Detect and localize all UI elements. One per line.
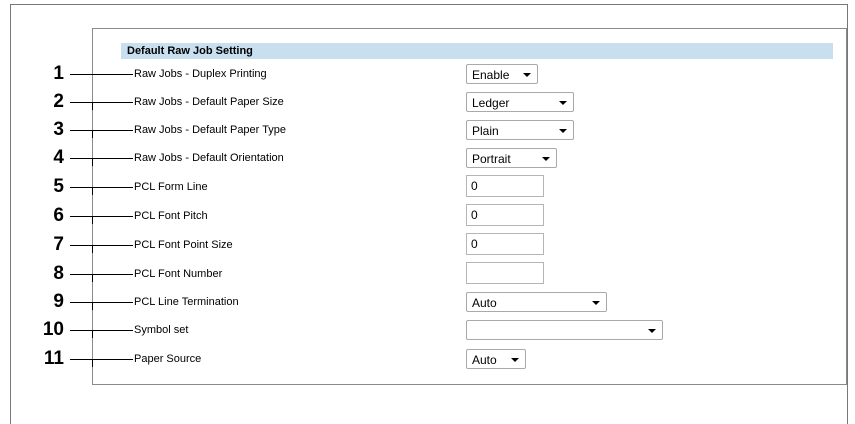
- pcl-font-pitch-input[interactable]: [466, 204, 544, 226]
- callout-leader-line: [70, 187, 133, 188]
- select-value: Auto: [472, 296, 497, 310]
- setting-row-pcl-font-point-size: 7 PCL Font Point Size: [0, 233, 855, 255]
- pcl-font-point-size-input[interactable]: [466, 233, 544, 255]
- callout-number: 5: [53, 176, 64, 197]
- select-value: Portrait: [472, 152, 511, 166]
- chevron-down-icon: [559, 129, 567, 133]
- chevron-down-icon: [648, 329, 656, 333]
- callout-number: 10: [42, 319, 64, 340]
- setting-row-symbol-set: 10 Symbol set: [0, 320, 855, 340]
- field-label: Raw Jobs - Default Orientation: [134, 152, 284, 164]
- paper-size-select[interactable]: Ledger: [466, 92, 574, 112]
- callout-leader-line: [70, 130, 133, 131]
- section-header: Default Raw Job Setting: [121, 43, 833, 59]
- select-value: Auto: [472, 353, 497, 367]
- chevron-down-icon: [542, 157, 550, 161]
- paper-source-select[interactable]: Auto: [466, 349, 526, 369]
- callout-leader-line: [70, 216, 133, 217]
- callout-number: 11: [43, 348, 64, 369]
- callout-tick: [92, 360, 93, 367]
- field-label: Raw Jobs - Duplex Printing: [134, 68, 267, 80]
- callout-number: 7: [53, 234, 64, 255]
- field-label: PCL Font Point Size: [134, 239, 233, 251]
- chevron-down-icon: [511, 358, 519, 362]
- chevron-down-icon: [523, 73, 531, 77]
- field-label: Raw Jobs - Default Paper Type: [134, 124, 287, 136]
- callout-number: 3: [53, 119, 64, 140]
- callout-tick: [92, 303, 93, 310]
- pcl-font-number-input[interactable]: [466, 262, 544, 284]
- setting-row-pcl-font-number: 8 PCL Font Number: [0, 262, 855, 284]
- callout-tick: [92, 131, 93, 138]
- chevron-down-icon: [559, 101, 567, 105]
- field-label: PCL Font Pitch: [134, 210, 208, 222]
- setting-row-paper-type: 3 Raw Jobs - Default Paper Type Plain: [0, 120, 855, 140]
- paper-type-select[interactable]: Plain: [466, 120, 574, 140]
- callout-leader-line: [70, 302, 133, 303]
- callout-number: 2: [53, 91, 64, 112]
- callout-tick: [92, 275, 93, 282]
- setting-row-pcl-form-line: 5 PCL Form Line: [0, 175, 855, 197]
- symbol-set-select[interactable]: [466, 320, 663, 340]
- setting-row-duplex-printing: 1 Raw Jobs - Duplex Printing Enable: [0, 64, 855, 84]
- callout-leader-line: [70, 274, 133, 275]
- field-label: Paper Source: [134, 353, 202, 365]
- callout-leader-line: [70, 359, 133, 360]
- callout-leader-line: [70, 330, 133, 331]
- setting-row-pcl-line-termination: 9 PCL Line Termination Auto: [0, 292, 855, 312]
- callout-tick: [92, 331, 93, 338]
- setting-row-paper-size: 2 Raw Jobs - Default Paper Size Ledger: [0, 92, 855, 112]
- field-label: PCL Font Number: [134, 268, 223, 280]
- callout-tick: [92, 159, 93, 166]
- callout-number: 9: [53, 291, 64, 312]
- pcl-form-line-input[interactable]: [466, 175, 544, 197]
- pcl-line-termination-select[interactable]: Auto: [466, 292, 607, 312]
- orientation-select[interactable]: Portrait: [466, 148, 557, 168]
- field-label: Raw Jobs - Default Paper Size: [134, 96, 284, 108]
- callout-tick: [92, 188, 93, 195]
- callout-leader-line: [70, 102, 133, 103]
- chevron-down-icon: [592, 301, 600, 305]
- callout-leader-line: [70, 158, 133, 159]
- select-value: Enable: [472, 68, 510, 82]
- setting-row-paper-source: 11 Paper Source Auto: [0, 349, 855, 369]
- callout-number: 4: [53, 147, 64, 168]
- callout-tick: [92, 217, 93, 224]
- field-label: PCL Line Termination: [134, 296, 239, 308]
- callout-number: 8: [53, 263, 64, 284]
- callout-number: 1: [53, 63, 64, 84]
- duplex-printing-select[interactable]: Enable: [466, 64, 538, 84]
- setting-row-orientation: 4 Raw Jobs - Default Orientation Portrai…: [0, 148, 855, 168]
- callout-tick: [92, 103, 93, 110]
- setting-row-pcl-font-pitch: 6 PCL Font Pitch: [0, 204, 855, 226]
- callout-leader-line: [70, 245, 133, 246]
- field-label: PCL Form Line: [134, 181, 208, 193]
- callout-leader-line: [70, 74, 133, 75]
- select-value: Ledger: [472, 96, 510, 110]
- callout-tick: [92, 246, 93, 253]
- field-label: Symbol set: [134, 324, 189, 336]
- select-value: Plain: [472, 124, 499, 138]
- callout-number: 6: [53, 205, 64, 226]
